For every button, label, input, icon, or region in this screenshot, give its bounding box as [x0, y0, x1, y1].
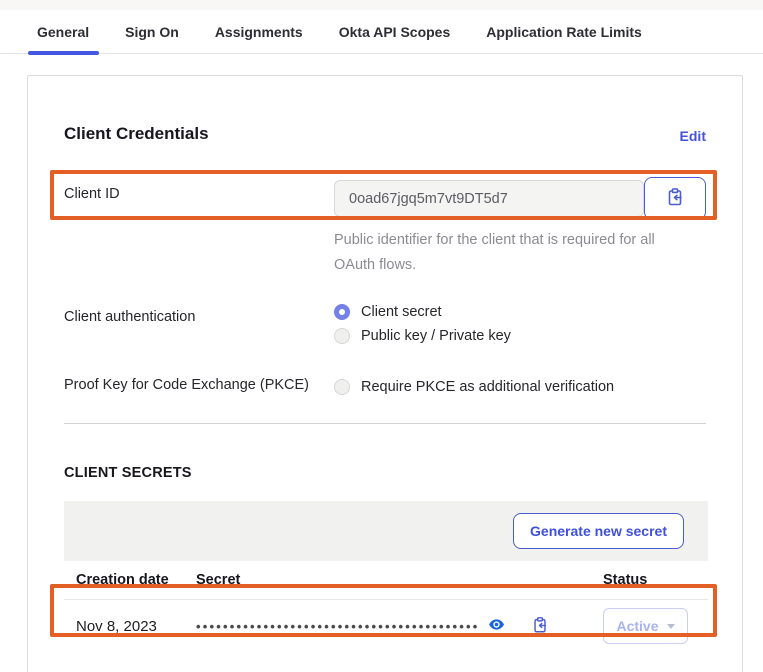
- show-secret-button[interactable]: [488, 616, 505, 636]
- clipboard-icon: [531, 616, 549, 637]
- checkbox-unchecked-icon[interactable]: [334, 379, 350, 395]
- pkce-option-label: Require PKCE as additional verification: [361, 379, 614, 395]
- section-divider: [64, 423, 706, 424]
- radio-public-private-key[interactable]: Public key / Private key: [334, 324, 706, 348]
- tab-sign-on[interactable]: Sign On: [125, 10, 179, 54]
- header-creation-date: Creation date: [64, 572, 196, 588]
- clipboard-icon: [665, 187, 685, 210]
- status-cell: Active: [603, 608, 708, 644]
- radio-client-secret[interactable]: Client secret: [334, 300, 706, 324]
- card-header: Client Credentials Edit: [64, 76, 706, 144]
- client-authentication-label: Client authentication: [64, 300, 334, 348]
- tab-assignments[interactable]: Assignments: [215, 10, 303, 54]
- secret-cell: ••••••••••••••••••••••••••••••••••••••••…: [196, 616, 603, 637]
- client-authentication-row: Client authentication Client secret Publ…: [64, 300, 706, 348]
- table-row: Nov 8, 2023 ••••••••••••••••••••••••••••…: [64, 600, 708, 652]
- radio-client-secret-label: Client secret: [361, 304, 442, 320]
- client-secrets-heading: CLIENT SECRETS: [64, 465, 706, 481]
- tab-okta-api-scopes[interactable]: Okta API Scopes: [339, 10, 451, 54]
- table-header-row: Creation date Secret Status: [64, 561, 708, 600]
- client-id-help-text: Public identifier for the client that is…: [334, 228, 669, 278]
- client-id-field[interactable]: 0oad67jgq5m7vt9DT5d7: [334, 180, 644, 217]
- eye-icon: [488, 616, 505, 636]
- copy-secret-button[interactable]: [531, 616, 549, 637]
- client-credentials-card: Client Credentials Edit Client ID 0oad67…: [27, 75, 743, 672]
- page-top-strip: [0, 0, 763, 10]
- secrets-toolbar: Generate new secret: [64, 501, 708, 561]
- status-badge: Active: [616, 618, 658, 634]
- client-id-row: Client ID 0oad67jgq5m7vt9DT5d7: [64, 177, 706, 278]
- edit-button[interactable]: Edit: [680, 128, 706, 144]
- app-tabs: General Sign On Assignments Okta API Sco…: [0, 10, 763, 54]
- radio-public-private-key-label: Public key / Private key: [361, 328, 511, 344]
- secret-creation-date: Nov 8, 2023: [64, 618, 196, 635]
- status-dropdown-button[interactable]: Active: [603, 608, 688, 644]
- client-id-label: Client ID: [64, 177, 334, 278]
- radio-selected-icon[interactable]: [334, 304, 350, 320]
- header-secret: Secret: [196, 572, 603, 588]
- pkce-label: Proof Key for Code Exchange (PKCE): [64, 375, 334, 399]
- radio-unselected-icon[interactable]: [334, 328, 350, 344]
- tab-general[interactable]: General: [37, 10, 89, 54]
- pkce-checkbox-option[interactable]: Require PKCE as additional verification: [334, 375, 706, 399]
- chevron-down-icon: [667, 624, 675, 629]
- client-secrets-table: Generate new secret Creation date Secret…: [64, 501, 708, 652]
- tab-application-rate-limits[interactable]: Application Rate Limits: [486, 10, 642, 54]
- okta-app-settings-page: General Sign On Assignments Okta API Sco…: [0, 0, 763, 672]
- copy-client-id-button[interactable]: [644, 177, 706, 220]
- header-status: Status: [603, 572, 708, 588]
- generate-new-secret-button[interactable]: Generate new secret: [513, 513, 684, 549]
- masked-secret-value: ••••••••••••••••••••••••••••••••••••••••…: [196, 619, 480, 634]
- card-title: Client Credentials: [64, 124, 209, 144]
- pkce-row: Proof Key for Code Exchange (PKCE) Requi…: [64, 375, 706, 399]
